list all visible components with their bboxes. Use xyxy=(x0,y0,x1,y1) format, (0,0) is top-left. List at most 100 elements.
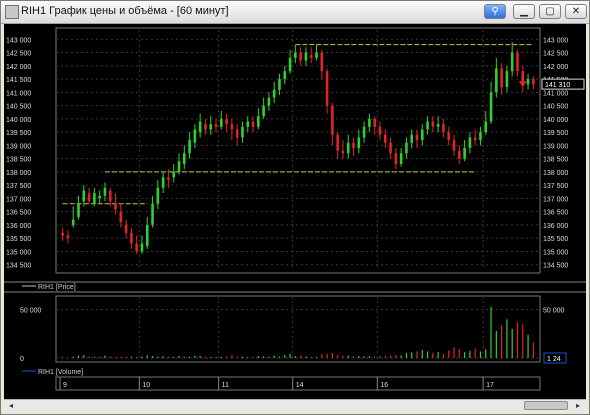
price-legend-label: RIH1 [Price] xyxy=(38,284,76,291)
candle-body xyxy=(304,52,308,61)
candle-body xyxy=(325,71,329,106)
candle-body xyxy=(246,121,250,127)
candle-body xyxy=(98,195,101,199)
candle-body xyxy=(130,232,133,244)
candle-body xyxy=(71,219,75,225)
price-volume-chart[interactable]: RIH1 [Price] RIH1 [Volume] 143 000 143 00… xyxy=(4,24,586,407)
price-tick-label-right: 143 000 xyxy=(543,37,568,44)
price-tick-label-right: 140 500 xyxy=(543,104,568,111)
title-bar[interactable]: RIH1 График цены и объёма - [60 минут] ⚲… xyxy=(1,1,589,24)
candle-body xyxy=(346,142,350,154)
candle-body xyxy=(405,142,408,154)
price-tick-label-right: 141 000 xyxy=(543,90,568,97)
candle-body xyxy=(489,92,493,122)
candle-body xyxy=(420,129,424,141)
candle-body xyxy=(156,187,160,204)
price-tick-label-left: 141 000 xyxy=(6,90,31,97)
price-panel-frame xyxy=(55,27,541,274)
day-label: 17 xyxy=(486,382,494,389)
link-window-button[interactable]: ⚲ xyxy=(484,4,506,19)
candle-body xyxy=(336,134,339,151)
price-tick-label-right: 137 500 xyxy=(543,183,568,190)
candle-body xyxy=(436,124,440,127)
candle-body xyxy=(182,153,186,164)
candle-body xyxy=(532,79,535,85)
candle-body xyxy=(161,177,165,188)
chart-window: RIH1 График цены и объёма - [60 минут] ⚲… xyxy=(0,0,590,415)
price-tick-label-right: 138 000 xyxy=(543,170,568,177)
candle-body xyxy=(272,89,276,98)
scrollbar-thumb[interactable] xyxy=(524,401,568,410)
price-tick-label-right: 138 500 xyxy=(543,157,568,164)
candle-body xyxy=(87,193,91,202)
candle-body xyxy=(225,118,228,125)
minimize-button[interactable]: ▁ xyxy=(513,4,535,19)
candle-body xyxy=(257,116,260,127)
current-price-label: 141 310 xyxy=(545,82,570,89)
price-tick-label-right: 142 500 xyxy=(543,51,568,58)
trade-marker xyxy=(518,81,527,88)
candle-body xyxy=(61,232,64,236)
candle-body xyxy=(177,161,181,172)
candle-body xyxy=(463,148,466,159)
candle-body xyxy=(320,52,324,72)
candle-body xyxy=(410,134,414,143)
candle-body xyxy=(299,52,302,61)
candle-body xyxy=(309,55,313,58)
chart-area[interactable]: RIH1 [Price] RIH1 [Volume] 143 000 143 00… xyxy=(4,24,586,407)
scroll-left-arrow-icon[interactable]: ◂ xyxy=(5,401,17,411)
volume-tick-label-right: 50 000 xyxy=(543,308,565,315)
candle-body xyxy=(124,224,128,233)
candle-body xyxy=(378,126,382,135)
candle-body xyxy=(93,193,96,204)
candle-body xyxy=(188,140,191,154)
price-tick-label-right: 139 500 xyxy=(543,130,568,137)
candle-body xyxy=(495,68,498,93)
price-tick-label-left: 138 500 xyxy=(6,157,31,164)
day-label: 9 xyxy=(63,382,67,389)
candle-body xyxy=(505,71,509,88)
price-tick-label-left: 140 500 xyxy=(6,104,31,111)
candle-body xyxy=(399,153,403,164)
candle-body xyxy=(341,150,345,154)
price-tick-label-right: 137 000 xyxy=(543,196,568,203)
candle-body xyxy=(468,137,472,149)
price-tick-label-right: 139 000 xyxy=(543,143,568,150)
candle-body xyxy=(230,124,234,130)
candle-body xyxy=(209,124,213,130)
candle-body xyxy=(452,140,456,151)
candle-body xyxy=(426,121,429,130)
price-tick-label-right: 136 500 xyxy=(543,210,568,217)
price-tick-label-left: 135 000 xyxy=(6,249,31,256)
price-tick-label-left: 140 000 xyxy=(6,117,31,124)
candle-body xyxy=(288,57,292,72)
candle-body xyxy=(145,224,149,247)
candle-body xyxy=(415,134,419,141)
price-tick-label-right: 134 500 xyxy=(543,263,568,270)
horizontal-scrollbar[interactable]: ◂ ▸ xyxy=(4,399,586,412)
scroll-right-arrow-icon[interactable]: ▸ xyxy=(572,401,584,411)
candle-body xyxy=(362,126,366,138)
candle-body xyxy=(267,97,271,106)
close-button[interactable]: ✕ xyxy=(565,4,587,19)
candle-body xyxy=(119,211,123,223)
price-tick-label-left: 143 000 xyxy=(6,37,31,44)
price-tick-label-right: 135 000 xyxy=(543,249,568,256)
candle-body xyxy=(383,134,387,143)
candle-body xyxy=(283,71,287,80)
candle-body xyxy=(108,190,112,202)
price-tick-label-right: 136 000 xyxy=(543,223,568,230)
app-icon xyxy=(5,5,19,19)
candle-body xyxy=(373,118,376,127)
candle-body xyxy=(500,68,503,88)
maximize-button[interactable]: ▢ xyxy=(539,4,561,19)
day-label: 10 xyxy=(142,382,150,389)
candle-body xyxy=(431,121,435,127)
current-volume-label: 1 24 xyxy=(547,356,561,363)
candle-body xyxy=(294,52,297,58)
day-label: 11 xyxy=(222,382,229,389)
day-label: 16 xyxy=(380,382,388,389)
price-tick-label-left: 142 000 xyxy=(6,64,31,71)
candle-body xyxy=(389,142,392,154)
candle-body xyxy=(357,137,361,149)
